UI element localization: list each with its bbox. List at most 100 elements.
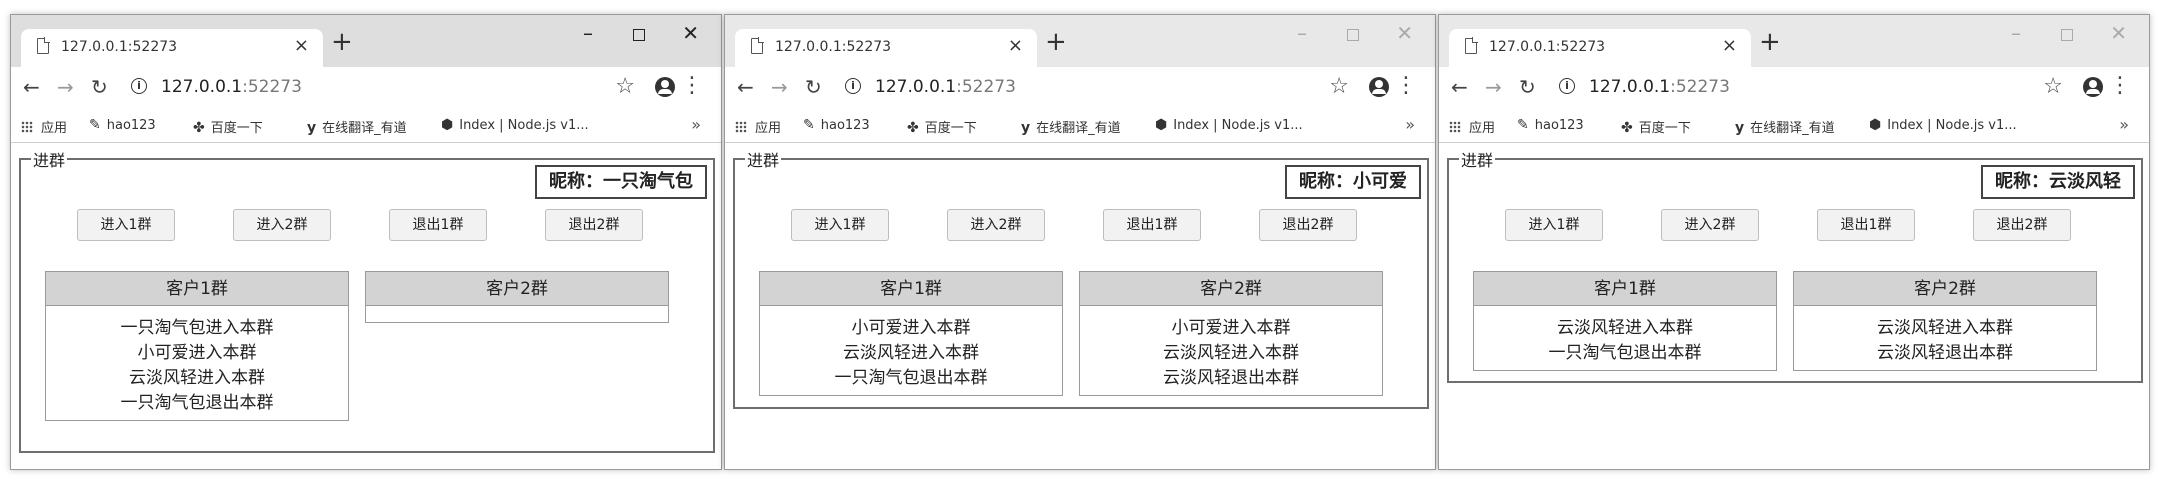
tab-close-icon[interactable]: × [1008,35,1023,56]
address-bar[interactable]: 127.0.0.1:52273 [875,77,1016,97]
site-info-icon[interactable]: i [131,78,147,94]
message-line: 小可爱进入本群 [1171,318,1291,338]
join-group2-button[interactable]: 进入2群 [1661,209,1759,241]
bookmarks-overflow-icon[interactable]: » [2119,115,2129,134]
nodejs-hexagon-icon: ⬢ [1155,117,1168,133]
group2-messages [366,306,668,322]
group1-panel: 客户1群 一只淘气包进入本群 小可爱进入本群 云淡风轻进入本群 一只淘气包退出本群 [45,271,349,421]
bookmark-nodejs[interactable]: ⬢ Index | Node.js v1... [1155,117,1303,133]
bookmark-nodejs[interactable]: ⬢ Index | Node.js v1... [1869,117,2017,133]
account-icon[interactable] [655,77,675,97]
join-group-fieldset: 进群 昵称：云淡风轻 进入1群 进入2群 退出1群 退出2群 客户1群 云淡风轻… [1447,147,2143,383]
back-arrow-icon[interactable]: ← [23,75,40,99]
url-host: 127.0.0.1 [875,77,957,97]
new-tab-icon[interactable]: + [1759,27,1781,57]
bookmarks-overflow-icon[interactable]: » [1405,115,1415,134]
account-icon[interactable] [2083,77,2103,97]
page-content: 进群 昵称：一只淘气包 进入1群 进入2群 退出1群 退出2群 客户1群 一只淘… [11,143,721,469]
menu-dots-icon[interactable]: ⋮ [1395,73,1417,98]
account-icon[interactable] [1369,77,1389,97]
new-tab-icon[interactable]: + [331,27,353,57]
close-window-icon[interactable]: ✕ [1396,21,1413,45]
reload-icon[interactable]: ↻ [1519,75,1536,99]
maximize-icon[interactable] [633,25,645,46]
title-bar: 127.0.0.1:52273 × + – ✕ [1439,15,2149,67]
leave-group1-button[interactable]: 退出1群 [1817,209,1915,241]
browser-tab[interactable]: 127.0.0.1:52273 × [735,29,1037,67]
bookmark-label: hao123 [1534,118,1584,133]
message-line: 云淡风轻进入本群 [1557,318,1693,338]
bookmark-label: 在线翻译_有道 [322,121,407,136]
minimize-icon[interactable]: – [1297,21,1307,45]
group1-title: 客户1群 [1474,272,1776,306]
minimize-icon[interactable]: – [583,21,593,45]
apps-grid-icon [735,121,747,133]
bookmark-hao123[interactable]: ✎ hao123 [89,117,156,133]
bookmark-label: 百度一下 [210,121,263,136]
reload-icon[interactable]: ↻ [805,75,822,99]
address-bar[interactable]: 127.0.0.1:52273 [1589,77,1730,97]
bookmarks-overflow-icon[interactable]: » [691,115,701,134]
leave-group2-button[interactable]: 退出2群 [1973,209,2071,241]
close-window-icon[interactable]: ✕ [682,21,699,45]
back-arrow-icon[interactable]: ← [1451,75,1468,99]
forward-arrow-icon[interactable]: → [771,75,788,99]
bookmark-baidu[interactable]: ✤ 百度一下 [907,117,977,136]
message-line: 云淡风轻进入本群 [1163,343,1299,363]
bookmark-apps[interactable]: 应用 [735,117,781,136]
bookmark-hao123[interactable]: ✎ hao123 [1517,117,1584,133]
site-info-icon[interactable]: i [1559,78,1575,94]
back-arrow-icon[interactable]: ← [737,75,754,99]
forward-arrow-icon[interactable]: → [57,75,74,99]
browser-tab[interactable]: 127.0.0.1:52273 × [21,29,323,67]
maximize-icon[interactable] [1347,25,1359,46]
url-host: 127.0.0.1 [1589,77,1671,97]
bookmark-baidu[interactable]: ✤ 百度一下 [1621,117,1691,136]
bookmark-hao123[interactable]: ✎ hao123 [803,117,870,133]
browser-tab[interactable]: 127.0.0.1:52273 × [1449,29,1751,67]
new-tab-icon[interactable]: + [1045,27,1067,57]
leave-group2-button[interactable]: 退出2群 [1259,209,1357,241]
group2-panel: 客户2群 小可爱进入本群 云淡风轻进入本群 云淡风轻退出本群 [1079,271,1383,396]
page-icon [37,37,50,54]
browser-window-2: 127.0.0.1:52273 × + – ✕ ← → ↻ i 127.0.0.… [724,14,1436,470]
maximize-icon[interactable] [2061,25,2073,46]
join-group1-button[interactable]: 进入1群 [791,209,889,241]
youdao-icon: y [1735,120,1745,136]
reload-icon[interactable]: ↻ [91,75,108,99]
address-toolbar: ← → ↻ i 127.0.0.1:52273 ☆ ⋮ [11,67,721,107]
site-info-icon[interactable]: i [845,78,861,94]
group2-messages: 云淡风轻进入本群 云淡风轻退出本群 [1794,306,2096,370]
address-toolbar: ← → ↻ i 127.0.0.1:52273 ☆ ⋮ [725,67,1435,107]
menu-dots-icon[interactable]: ⋮ [681,73,703,98]
bookmark-youdao[interactable]: y 在线翻译_有道 [1021,117,1121,136]
nickname-label: 昵称：一只淘气包 [535,165,707,199]
join-group2-button[interactable]: 进入2群 [947,209,1045,241]
bookmark-youdao[interactable]: y 在线翻译_有道 [1735,117,1835,136]
leave-group2-button[interactable]: 退出2群 [545,209,643,241]
close-window-icon[interactable]: ✕ [2110,21,2127,45]
bookmark-nodejs[interactable]: ⬢ Index | Node.js v1... [441,117,589,133]
join-group1-button[interactable]: 进入1群 [77,209,175,241]
join-group1-button[interactable]: 进入1群 [1505,209,1603,241]
bookmark-star-icon[interactable]: ☆ [1329,74,1349,99]
url-port: :52273 [1670,77,1730,97]
bookmark-star-icon[interactable]: ☆ [2043,74,2063,99]
leave-group1-button[interactable]: 退出1群 [389,209,487,241]
bookmark-star-icon[interactable]: ☆ [615,74,635,99]
minimize-icon[interactable]: – [2011,21,2021,45]
tab-close-icon[interactable]: × [294,35,309,56]
bookmark-apps[interactable]: 应用 [1449,117,1495,136]
address-bar[interactable]: 127.0.0.1:52273 [161,77,302,97]
bookmark-label: 应用 [41,121,68,136]
menu-dots-icon[interactable]: ⋮ [2109,73,2131,98]
leave-group1-button[interactable]: 退出1群 [1103,209,1201,241]
join-group2-button[interactable]: 进入2群 [233,209,331,241]
message-line: 云淡风轻进入本群 [1877,318,2013,338]
bookmark-apps[interactable]: 应用 [21,117,67,136]
bookmark-youdao[interactable]: y 在线翻译_有道 [307,117,407,136]
tab-close-icon[interactable]: × [1722,35,1737,56]
bookmark-baidu[interactable]: ✤ 百度一下 [193,117,263,136]
bookmarks-bar: 应用 ✎ hao123 ✤ 百度一下 y 在线翻译_有道 ⬢ Index | Node.… [1439,107,2149,143]
forward-arrow-icon[interactable]: → [1485,75,1502,99]
